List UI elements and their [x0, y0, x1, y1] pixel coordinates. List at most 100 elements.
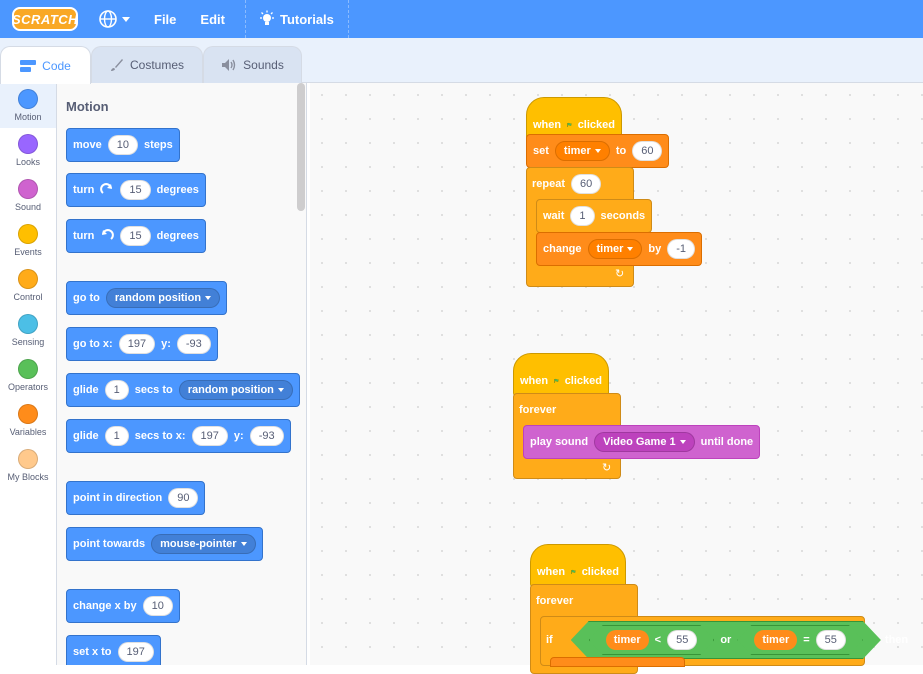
dropdown-value: timer — [563, 145, 591, 157]
change-variable-block[interactable]: change timer by -1 — [536, 232, 703, 266]
go-to-xy-block[interactable]: go to x: 197 y: -93 — [66, 327, 218, 361]
target-dropdown[interactable]: random position — [178, 380, 293, 400]
tab-sounds[interactable]: Sounds — [203, 46, 302, 83]
block-text: secs to x: — [134, 430, 186, 442]
file-menu[interactable]: File — [142, 0, 188, 38]
tab-sounds-label: Sounds — [243, 58, 284, 72]
category-motion[interactable]: Motion — [0, 83, 56, 128]
turn-right-block[interactable]: turn 15 degrees — [66, 173, 206, 207]
when-flag-clicked-hat[interactable]: when clicked — [513, 353, 609, 397]
when-flag-clicked-hat[interactable]: when clicked — [530, 544, 626, 588]
nested-variable-block[interactable] — [550, 657, 685, 667]
brush-icon — [110, 59, 123, 71]
category-dot-icon — [18, 314, 38, 334]
category-looks[interactable]: Looks — [0, 128, 56, 173]
number-input[interactable]: -1 — [667, 239, 696, 259]
tab-costumes[interactable]: Costumes — [91, 46, 203, 83]
tutorials-button[interactable]: Tutorials — [244, 0, 349, 38]
lightbulb-icon — [259, 10, 274, 25]
glide-xy-block[interactable]: glide 1 secs to x: 197 y: -93 — [66, 419, 291, 453]
equals-operator-block[interactable]: timer = 55 — [737, 625, 863, 655]
block-text: steps — [144, 139, 173, 151]
set-variable-block[interactable]: set timer to 60 — [526, 134, 670, 168]
sound-dropdown[interactable]: Video Game 1 — [594, 432, 695, 452]
category-variables[interactable]: Variables — [0, 398, 56, 443]
variable-dropdown[interactable]: timer — [554, 141, 610, 161]
category-label: Sensing — [11, 337, 45, 347]
category-my-blocks[interactable]: My Blocks — [0, 443, 56, 488]
number-input[interactable]: 1 — [104, 380, 129, 400]
timer-reporter[interactable]: timer — [606, 630, 649, 650]
number-input[interactable]: 197 — [117, 642, 154, 662]
loop-arrow-icon: ↻ — [602, 462, 612, 474]
tutorials-label: Tutorials — [279, 11, 334, 27]
category-dot-icon — [18, 269, 38, 289]
number-input[interactable]: 15 — [120, 226, 151, 246]
block-text: to — [615, 145, 627, 157]
number-input[interactable]: 55 — [816, 630, 846, 650]
go-to-block[interactable]: go to random position — [66, 281, 228, 315]
block-text: set — [533, 145, 549, 157]
category-sound[interactable]: Sound — [0, 173, 56, 218]
block-text: seconds — [600, 210, 646, 222]
palette-scrollbar[interactable] — [297, 83, 305, 211]
timer-reporter[interactable]: timer — [754, 630, 797, 650]
category-events[interactable]: Events — [0, 218, 56, 263]
category-label: Control — [13, 292, 43, 302]
category-label: Variables — [9, 427, 47, 437]
number-input[interactable]: 10 — [142, 596, 173, 616]
or-operator-block[interactable]: timer < 55 or timer = 55 — [571, 621, 881, 659]
block-text: change x by — [73, 600, 137, 612]
move-steps-block[interactable]: move 10 steps — [66, 128, 180, 162]
target-dropdown[interactable]: random position — [105, 288, 221, 308]
point-in-direction-block[interactable]: point in direction 90 — [66, 481, 206, 515]
dropdown-value: timer — [596, 243, 624, 255]
scratch-logo[interactable]: SCRATCH — [12, 7, 78, 31]
category-control[interactable]: Control — [0, 263, 56, 308]
category-dot-icon — [18, 449, 38, 469]
category-dot-icon — [18, 224, 38, 244]
number-input[interactable]: 1 — [570, 206, 595, 226]
less-than-operator-block[interactable]: timer < 55 — [589, 625, 715, 655]
number-input[interactable]: 1 — [104, 426, 129, 446]
number-input[interactable]: 15 — [120, 180, 151, 200]
change-x-block[interactable]: change x by 10 — [66, 589, 180, 623]
category-label: Motion — [14, 112, 42, 122]
block-text: glide — [73, 430, 99, 442]
number-input[interactable]: 55 — [667, 630, 697, 650]
wait-seconds-block[interactable]: wait 1 seconds — [536, 199, 653, 233]
block-palette: Motion move 10 steps turn 15 degrees tur… — [57, 83, 307, 665]
block-text: by — [648, 243, 662, 255]
play-sound-until-done-block[interactable]: play sound Video Game 1 until done — [523, 425, 761, 459]
forever-header: forever — [530, 584, 579, 618]
variable-dropdown[interactable]: timer — [587, 239, 643, 259]
if-header: if timer < 55 or timer = 55 then — [540, 623, 914, 657]
edit-menu[interactable]: Edit — [188, 0, 237, 38]
y-input[interactable]: -93 — [176, 334, 211, 354]
number-input[interactable]: 60 — [571, 174, 602, 194]
y-input[interactable]: -93 — [249, 426, 284, 446]
block-text: clicked — [577, 119, 615, 131]
category-sensing[interactable]: Sensing — [0, 308, 56, 353]
turn-left-block[interactable]: turn 15 degrees — [66, 219, 206, 253]
number-input[interactable]: 90 — [168, 488, 199, 508]
category-operators[interactable]: Operators — [0, 353, 56, 398]
x-input[interactable]: 197 — [118, 334, 156, 354]
point-towards-block[interactable]: point towards mouse-pointer — [66, 527, 263, 561]
language-menu[interactable] — [86, 0, 142, 38]
glide-block[interactable]: glide 1 secs to random position — [66, 373, 300, 407]
globe-icon — [99, 10, 117, 28]
block-text: go to — [73, 292, 100, 304]
number-input[interactable]: 60 — [632, 141, 663, 161]
forever-header: forever — [513, 393, 562, 427]
code-workspace[interactable]: when clicked set timer to 60 repeat 60 w… — [310, 83, 923, 674]
block-text: glide — [73, 384, 99, 396]
number-input[interactable]: 10 — [107, 135, 138, 155]
target-dropdown[interactable]: mouse-pointer — [151, 534, 256, 554]
tab-code[interactable]: Code — [0, 46, 91, 84]
block-text: or — [720, 634, 732, 646]
set-x-block[interactable]: set x to 197 — [66, 635, 161, 665]
x-input[interactable]: 197 — [191, 426, 228, 446]
block-text: change — [543, 243, 582, 255]
block-text: then — [884, 634, 909, 646]
